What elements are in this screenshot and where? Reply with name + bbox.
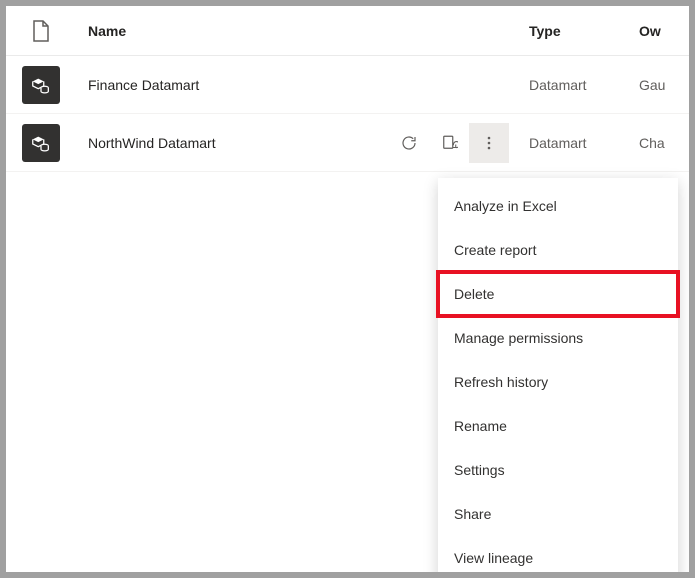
header-type[interactable]: Type xyxy=(509,23,639,39)
item-icon-cell xyxy=(6,66,76,104)
table-row[interactable]: NorthWind Datamart Datam xyxy=(6,114,689,172)
menu-rename[interactable]: Rename xyxy=(438,404,678,448)
workspace-list: Name Type Ow Finance Datamart Datamart G… xyxy=(6,6,689,572)
menu-manage-permissions[interactable]: Manage permissions xyxy=(438,316,678,360)
datamart-icon xyxy=(22,66,60,104)
table-header: Name Type Ow xyxy=(6,6,689,56)
item-name[interactable]: NorthWind Datamart xyxy=(76,135,379,151)
item-owner: Gau xyxy=(639,77,689,93)
refresh-now-button[interactable] xyxy=(389,123,429,163)
item-name[interactable]: Finance Datamart xyxy=(76,77,379,93)
header-owner[interactable]: Ow xyxy=(639,23,689,39)
context-menu: Analyze in Excel Create report Delete Ma… xyxy=(438,178,678,572)
schedule-refresh-button[interactable] xyxy=(429,123,469,163)
menu-view-lineage[interactable]: View lineage xyxy=(438,536,678,572)
menu-delete[interactable]: Delete xyxy=(438,272,678,316)
header-icon-cell xyxy=(6,20,76,42)
datamart-icon xyxy=(22,124,60,162)
menu-settings[interactable]: Settings xyxy=(438,448,678,492)
item-type: Datamart xyxy=(509,135,639,151)
header-name[interactable]: Name xyxy=(76,23,379,39)
table-row[interactable]: Finance Datamart Datamart Gau xyxy=(6,56,689,114)
menu-refresh-history[interactable]: Refresh history xyxy=(438,360,678,404)
document-icon xyxy=(32,20,50,42)
item-type: Datamart xyxy=(509,77,639,93)
item-owner: Cha xyxy=(639,135,689,151)
refresh-icon xyxy=(400,134,418,152)
item-icon-cell xyxy=(6,124,76,162)
more-options-button[interactable] xyxy=(469,123,509,163)
schedule-refresh-icon xyxy=(440,134,458,152)
more-vertical-icon xyxy=(481,135,497,151)
menu-create-report[interactable]: Create report xyxy=(438,228,678,272)
menu-analyze-in-excel[interactable]: Analyze in Excel xyxy=(438,184,678,228)
menu-share[interactable]: Share xyxy=(438,492,678,536)
